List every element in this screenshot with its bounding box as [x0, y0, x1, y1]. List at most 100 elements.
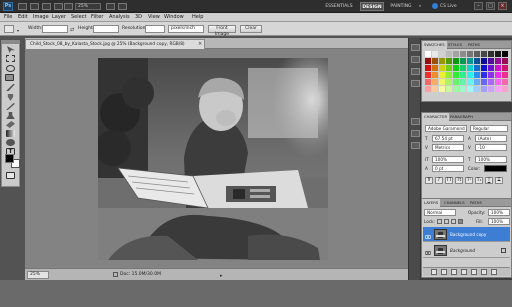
lasso-tool-icon[interactable]	[6, 65, 15, 72]
lock-pixels-icon[interactable]	[444, 219, 449, 224]
color-swatch[interactable]	[425, 58, 431, 64]
color-swatch[interactable]	[474, 86, 480, 92]
color-swatch[interactable]	[446, 79, 452, 85]
swap-dimensions-icon[interactable]: ⇄	[70, 27, 74, 33]
color-swatch[interactable]	[488, 72, 494, 78]
brush-panel-icon[interactable]	[411, 118, 420, 125]
color-swatch[interactable]	[453, 58, 459, 64]
document-image[interactable]	[98, 58, 328, 260]
tab-paragraph[interactable]: PARAGRAPH	[448, 113, 475, 121]
color-swatch[interactable]	[453, 65, 459, 71]
color-swatch[interactable]	[425, 79, 431, 85]
color-swatch[interactable]	[502, 72, 508, 78]
navigator-panel-icon[interactable]	[411, 80, 420, 87]
color-swatch[interactable]	[481, 86, 487, 92]
status-info-icon[interactable]	[113, 272, 118, 277]
color-swatch[interactable]	[432, 58, 438, 64]
tab-swatches[interactable]: SWATCHES	[422, 41, 447, 49]
quick-mask-icon[interactable]	[6, 172, 15, 179]
superscript-button[interactable]: T¹	[465, 177, 473, 184]
new-group-icon[interactable]	[471, 269, 477, 275]
tab-paths[interactable]: PATHS	[466, 41, 482, 49]
menu-analysis[interactable]: Analysis	[109, 13, 130, 22]
workspace-painting[interactable]: PAINTING	[387, 2, 415, 11]
color-swatch[interactable]	[425, 65, 431, 71]
all-caps-button[interactable]: TT	[445, 177, 453, 184]
layer-row-background-copy[interactable]: Background copy	[423, 227, 510, 242]
swatch-grid[interactable]	[425, 51, 509, 95]
zoom-status-field[interactable]: 25%	[27, 271, 49, 279]
color-swatch[interactable]	[460, 58, 466, 64]
color-swatch[interactable]	[460, 72, 466, 78]
clone-source-panel-icon[interactable]	[411, 130, 420, 137]
tools-panel-grip[interactable]	[2, 41, 19, 44]
color-swatch[interactable]	[467, 79, 473, 85]
color-swatch[interactable]	[460, 86, 466, 92]
tab-layer-paths[interactable]: PATHS	[468, 199, 484, 207]
lock-position-icon[interactable]	[451, 219, 456, 224]
color-swatch[interactable]	[481, 51, 487, 57]
color-swatch[interactable]	[432, 86, 438, 92]
color-swatch[interactable]	[495, 65, 501, 71]
color-swatch[interactable]	[453, 79, 459, 85]
actions-panel-icon[interactable]	[411, 56, 420, 63]
color-swatch[interactable]	[446, 58, 452, 64]
color-swatch[interactable]	[453, 86, 459, 92]
small-caps-button[interactable]: Tt	[455, 177, 463, 184]
tab-styles[interactable]: STYLES	[446, 41, 464, 49]
color-swatch[interactable]	[425, 72, 431, 78]
zoom-level-field[interactable]: 25%	[75, 3, 101, 10]
color-swatch[interactable]	[453, 72, 459, 78]
layer-mask-icon[interactable]	[451, 269, 457, 275]
tool-preset-chevron-icon[interactable]: ▾	[17, 28, 19, 33]
front-image-button[interactable]: Front Image	[208, 25, 236, 37]
menu-3d[interactable]: 3D	[135, 13, 142, 22]
color-swatch[interactable]	[446, 65, 452, 71]
menu-help[interactable]: Help	[192, 13, 203, 22]
color-swatch[interactable]	[474, 51, 480, 57]
color-swatch[interactable]	[474, 58, 480, 64]
color-swatch[interactable]	[453, 51, 459, 57]
color-swatch[interactable]	[495, 51, 501, 57]
color-swatch[interactable]	[425, 86, 431, 92]
subscript-button[interactable]: T₁	[475, 177, 483, 184]
minibridge-icon[interactable]	[30, 3, 39, 10]
adjustment-layer-icon[interactable]	[461, 269, 467, 275]
color-swatch[interactable]	[495, 58, 501, 64]
marquee-tool-icon[interactable]	[6, 55, 15, 62]
color-swatch[interactable]	[439, 58, 445, 64]
screen-mode-icon[interactable]	[118, 3, 127, 10]
menu-layer[interactable]: Layer	[52, 13, 66, 22]
color-swatch[interactable]	[460, 65, 466, 71]
menu-file[interactable]: File	[4, 13, 12, 22]
guides-icon[interactable]	[42, 3, 51, 10]
color-swatch[interactable]	[488, 51, 494, 57]
close-document-icon[interactable]: ×	[198, 40, 202, 49]
color-swatch[interactable]	[439, 86, 445, 92]
minimize-button[interactable]: –	[474, 2, 483, 10]
horizontal-scale-field[interactable]: 100%	[475, 156, 507, 163]
maximize-button[interactable]: □	[486, 2, 495, 10]
cs-live-button[interactable]: CS Live	[432, 2, 470, 11]
workspace-essentials[interactable]: ESSENTIALS	[320, 2, 358, 11]
color-swatch[interactable]	[481, 58, 487, 64]
color-swatch[interactable]	[502, 86, 508, 92]
color-swatch[interactable]	[474, 79, 480, 85]
color-swatch[interactable]	[439, 72, 445, 78]
color-swatch[interactable]	[488, 86, 494, 92]
color-swatch[interactable]	[432, 65, 438, 71]
status-menu-arrow-icon[interactable]: ▸	[220, 273, 223, 279]
lock-transparency-icon[interactable]	[437, 219, 442, 224]
lock-all-icon[interactable]	[458, 219, 463, 224]
text-color-swatch[interactable]	[484, 165, 507, 172]
more-workspaces-button[interactable]: »	[416, 2, 424, 11]
delete-layer-icon[interactable]	[491, 269, 497, 275]
color-swatch[interactable]	[425, 51, 431, 57]
color-swatch[interactable]	[467, 65, 473, 71]
tab-character[interactable]: CHARACTER	[422, 113, 450, 121]
color-swatch[interactable]	[432, 51, 438, 57]
color-swatch[interactable]	[481, 79, 487, 85]
color-swatch[interactable]	[488, 79, 494, 85]
info-panel-icon[interactable]	[411, 68, 420, 75]
layer-style-icon[interactable]	[441, 269, 447, 275]
